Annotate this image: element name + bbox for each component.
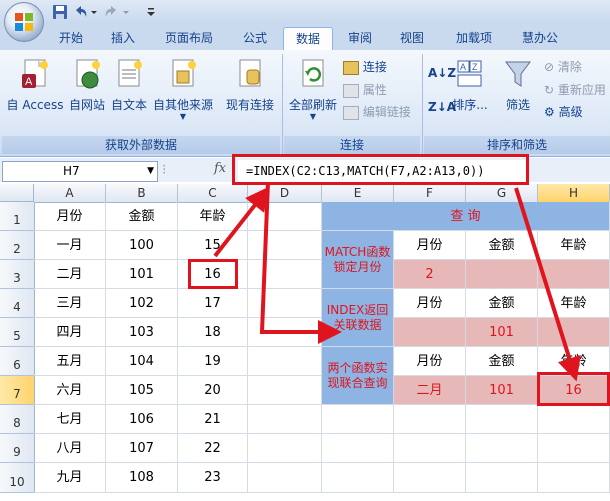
office-logo-icon <box>15 13 33 31</box>
office-button[interactable] <box>4 2 44 42</box>
arrow-formula-to-lookup <box>259 181 342 344</box>
annotation-arrows <box>213 181 581 382</box>
arrow-formula-to-h7 <box>514 187 581 382</box>
arrow-c3-to-formula <box>213 186 270 258</box>
